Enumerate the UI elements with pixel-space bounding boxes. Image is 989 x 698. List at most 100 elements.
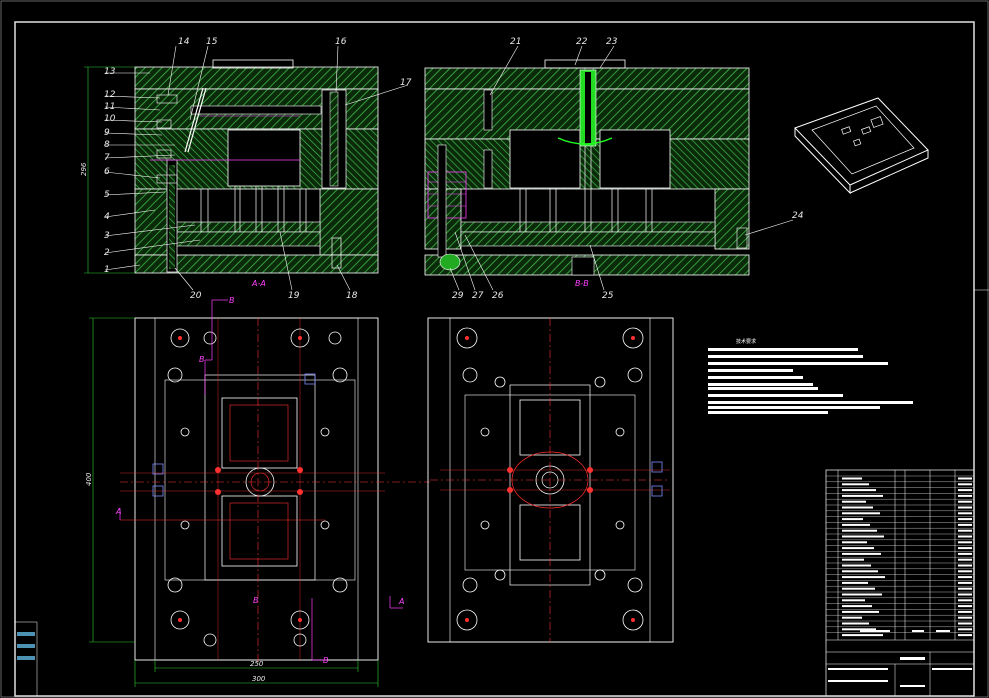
bom-row-material [958,593,972,596]
part-no-15: 15 [206,37,218,47]
part-no-6: 6 [104,167,110,177]
dim-plate-height: 400 [85,472,93,486]
part-no-20: 20 [190,291,202,301]
bom-row-text [842,483,869,486]
bom-row-text [842,587,875,590]
bom-row-material [958,564,972,567]
bom-row-text [842,558,864,561]
bom-row-text [842,541,867,544]
cut-marker-b-low: B [253,596,259,605]
section-label-b-b: B-B [575,279,589,288]
cut-marker-b-bottom: B [323,656,329,665]
bom-row-material [958,587,972,590]
bom-row-text [842,552,881,555]
bom-row-material [958,483,972,486]
part-no-21: 21 [510,37,521,47]
bom-row-material [958,628,972,631]
bom-row-text [842,622,869,625]
bom-row-material [958,512,972,515]
section-a-a [134,59,379,274]
section-b-b [424,59,750,276]
bom-row-text [842,512,880,515]
bom-row-text [842,477,862,480]
product-iso-view [794,97,929,195]
tech-requirements [708,348,913,414]
cad-drawing-canvas: 14 15 16 17 13 12 11 10 9 8 7 6 5 4 3 2 … [0,0,989,698]
bom-row-text [842,634,883,637]
cut-marker-b-mid: B [199,355,205,364]
part-no-18: 18 [346,291,358,301]
part-no-29: 29 [452,291,464,301]
part-no-12: 12 [104,90,116,100]
bom-rows [826,475,974,637]
bom-row-text [842,506,873,509]
part-no-14: 14 [178,37,190,47]
bom-row-text [842,547,874,550]
dim-height: 296 [80,162,88,176]
part-no-19: 19 [288,291,300,301]
tech-requirements-title: 技术要求 [736,338,756,345]
left-margin-block [17,632,35,660]
bom-row-text [842,500,866,503]
dim-outer-width: 300 [252,675,266,683]
bom-row-material [958,576,972,579]
bom-row-material [958,477,972,480]
title-block-fills [828,630,972,687]
bom-row-material [958,506,972,509]
section-cut-lines [119,299,403,661]
bom-row-material [958,599,972,602]
part-no-1: 1 [104,265,110,275]
part-no-11: 11 [104,102,115,112]
bom-row-text [842,576,885,579]
part-no-2: 2 [104,248,110,258]
part-no-7: 7 [104,153,110,163]
bom-row-material [958,558,972,561]
bom-row-material [958,529,972,532]
part-no-8: 8 [104,140,110,150]
cut-marker-labels: B B A A B B [115,296,404,665]
part-no-4: 4 [104,212,110,222]
bom-row-material [958,634,972,637]
bom-row-material [958,616,972,619]
bom-row-material [958,494,972,497]
bom-row-text [842,518,863,521]
part-no-27: 27 [472,291,484,301]
bom-row-material [958,570,972,573]
bom-row-text [842,489,876,492]
bom-row-material [958,500,972,503]
bom-row-material [958,581,972,584]
bom-row-text [842,570,878,573]
cut-marker-a-right: A [398,597,404,606]
section-label-a-a: A-A [251,279,266,288]
bom-row-material [958,523,972,526]
part-no-9: 9 [104,128,110,138]
part-no-25: 25 [602,291,614,301]
bom-row-text [842,581,868,584]
bom-row-material [958,547,972,550]
bom-row-text [842,599,865,602]
part-no-10: 10 [104,114,116,124]
bom-row-material [958,489,972,492]
plan-view-moving [427,317,674,643]
part-no-3: 3 [104,231,110,241]
bom-row-text [842,616,862,619]
part-no-17: 17 [400,78,412,88]
cut-marker-a-left: A [115,507,121,516]
plan-view-fixed [120,317,430,664]
bom-row-text [842,529,877,532]
bom-row-material [958,552,972,555]
part-no-13: 13 [104,67,116,77]
bom-row-material [958,518,972,521]
bom-row-text [842,535,884,538]
part-no-24: 24 [792,211,804,221]
part-no-26: 26 [492,291,504,301]
bom-row-material [958,610,972,613]
bom-row-material [958,605,972,608]
part-no-5: 5 [104,190,110,200]
cut-marker-b-top: B [229,296,235,305]
bom-row-material [958,622,972,625]
bom-row-text [842,523,870,526]
dim-inner-width: 250 [250,660,264,668]
bom-row-material [958,535,972,538]
part-no-22: 22 [576,37,588,47]
